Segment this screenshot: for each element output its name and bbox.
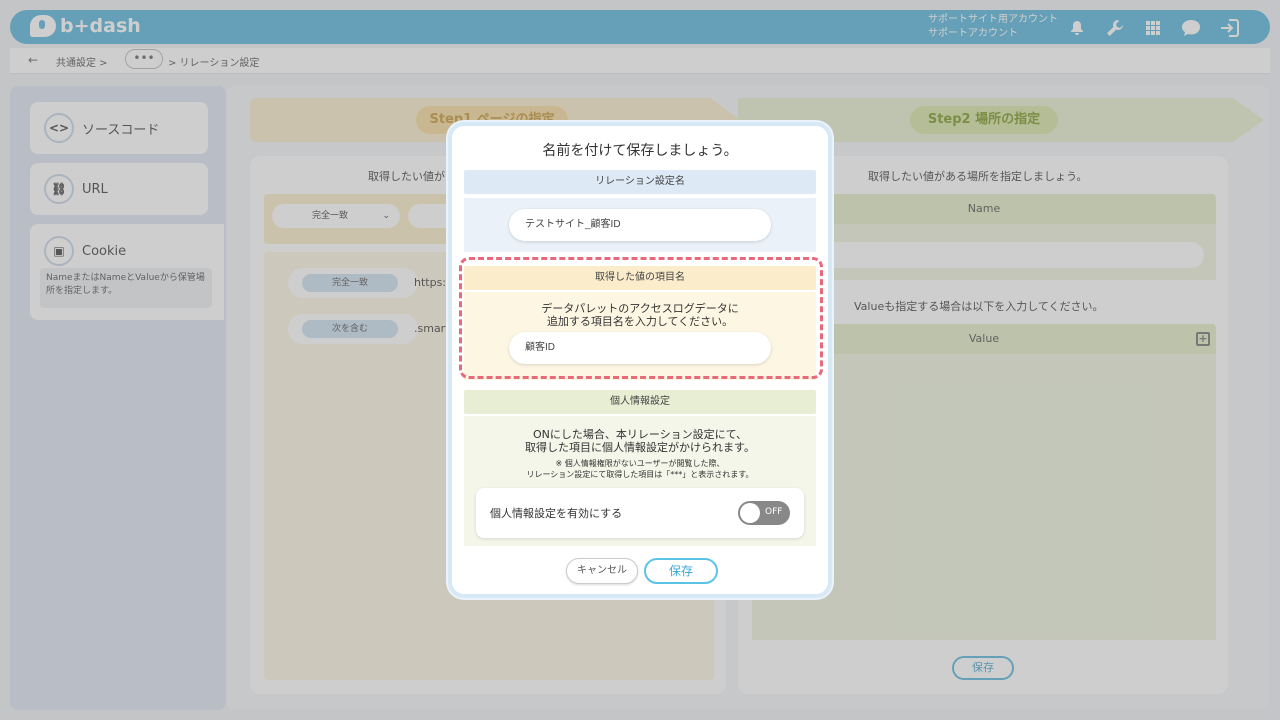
toggle-knob [740, 503, 760, 523]
toggle-label: 個人情報設定を有効にする [490, 507, 623, 520]
cancel-button[interactable]: キャンセル [566, 558, 638, 584]
personal-info-note1: ※ 個人情報権限がないユーザーが閲覧した際、 [555, 459, 725, 468]
relation-name-header: リレーション設定名 [464, 170, 816, 194]
personal-info-desc1: ONにした場合、本リレーション設定にて、 [532, 428, 748, 441]
save-button[interactable]: 保存 [644, 558, 718, 584]
modal-title: 名前を付けて保存しましょう。 [542, 143, 738, 159]
personal-info-toggle[interactable]: OFF [738, 501, 790, 525]
personal-info-toggle-row: 個人情報設定を有効にする OFF [476, 488, 804, 538]
toggle-state: OFF [765, 507, 783, 517]
relation-name-section [464, 198, 816, 252]
personal-info-desc2: 取得した項目に個人情報設定がかけられます。 [525, 441, 755, 454]
personal-info-header: 個人情報設定 [464, 390, 816, 414]
personal-info-note2: リレーション設定にて取得した項目は「***」と表示されます。 [526, 470, 754, 479]
relation-name-input[interactable] [509, 209, 771, 241]
highlight-frame [459, 257, 823, 379]
